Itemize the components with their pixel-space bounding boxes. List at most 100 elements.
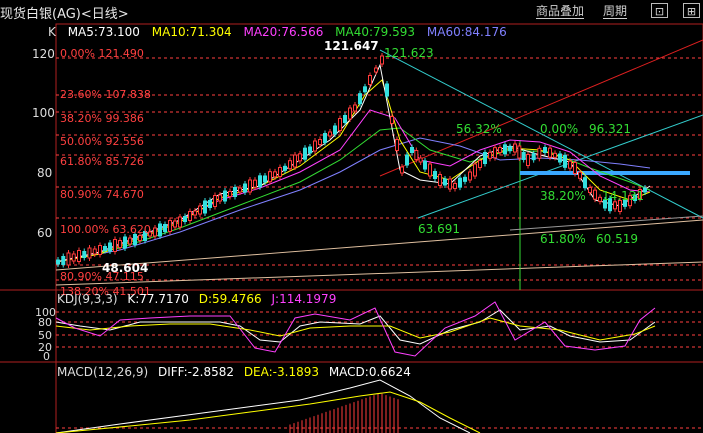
candle-body — [193, 210, 197, 216]
macd-legend: MACD(12,26,9) DIFF:-2.8582 DEA:-3.1893 M… — [57, 365, 417, 379]
candle-body — [318, 139, 322, 145]
macd-dea-value: DEA:-3.1893 — [243, 365, 319, 379]
candle-body — [588, 187, 592, 193]
fib-right-label: 96.321 — [589, 122, 631, 136]
candle-body — [288, 160, 292, 170]
low-price-label: 48.604 — [102, 261, 148, 275]
candle-body — [108, 242, 112, 252]
fib-label: 61.80% 85.726 — [60, 155, 144, 168]
y-tick-label: 80 — [37, 166, 52, 180]
candle-body — [208, 200, 212, 208]
candle-body — [138, 235, 142, 241]
candle-body — [593, 189, 597, 200]
candle-body — [133, 234, 137, 245]
candle-body — [573, 162, 577, 174]
candle-body — [410, 147, 414, 153]
candle-body — [405, 154, 409, 166]
candle-body — [438, 174, 442, 186]
candle-body — [348, 107, 352, 120]
fib-label: 23.60% 107.838 — [60, 88, 151, 101]
fib-label: 0.00% 121.490 — [60, 47, 144, 60]
candle-body — [203, 200, 207, 214]
candle-body — [113, 239, 117, 252]
candle-body — [218, 194, 222, 202]
candle-body — [248, 179, 252, 193]
candle-body — [423, 160, 427, 170]
candle-body — [453, 183, 457, 189]
kdj-d-value: D:59.4766 — [198, 292, 262, 306]
legend-ma60: MA60:84.176 — [426, 25, 507, 39]
candle-body — [563, 154, 567, 168]
kdj-label: KDJ(9,3,3) — [57, 292, 118, 306]
candle-body — [531, 153, 536, 161]
candle-body — [358, 93, 362, 105]
candle-body — [56, 259, 60, 265]
candle-body — [468, 171, 472, 181]
legend-ma40: MA40:79.593 — [335, 25, 416, 39]
candle-body — [553, 152, 557, 158]
kdj-k-line — [55, 309, 656, 345]
candle-body — [418, 157, 423, 163]
candle-body — [298, 153, 302, 162]
candle-body — [548, 147, 552, 158]
candle-body — [543, 147, 547, 153]
candle-body — [153, 227, 157, 237]
candle-body — [278, 167, 282, 177]
candle-body — [158, 223, 162, 237]
kdj-tick-label: 80 — [38, 316, 52, 329]
candle-body — [228, 191, 232, 197]
candle-body — [463, 176, 467, 182]
y-tick-label: 100 — [32, 106, 55, 120]
fib-right-label: 38.20% — [540, 189, 586, 203]
ma-legend: K MA5:73.100 MA10:71.304 MA20:76.566 MA4… — [48, 25, 515, 39]
candle-body — [578, 171, 582, 179]
kdj-d-line — [55, 317, 656, 341]
main-panel-frame — [55, 23, 703, 291]
candle-body — [293, 154, 297, 168]
fib-levels — [56, 57, 703, 281]
candle-body — [338, 118, 342, 131]
macd-diff-value: DIFF:-2.8582 — [157, 365, 234, 379]
candle-body — [498, 147, 502, 153]
fib-right-label: 61.80% — [540, 232, 586, 246]
candle-body — [238, 187, 242, 193]
macd-label: MACD(12,26,9) — [57, 365, 149, 379]
candle-body — [128, 237, 132, 245]
fib-right-label: 0.00% — [540, 122, 578, 136]
candle-body — [77, 250, 81, 262]
macd-value: MACD:0.6624 — [328, 365, 411, 379]
candle-body — [503, 144, 507, 155]
candle-body — [478, 160, 482, 168]
candle-body — [263, 175, 267, 183]
candle-body — [443, 178, 447, 186]
candle-body — [353, 104, 357, 112]
candle-body — [488, 151, 492, 159]
candle-body — [173, 220, 177, 228]
macd-histogram — [289, 393, 399, 433]
candle-body — [313, 140, 317, 152]
candle-body — [537, 147, 542, 159]
candle-body — [118, 240, 122, 248]
kdj-tick-label: 0 — [43, 350, 50, 363]
legend-ma10: MA10:71.304 — [151, 25, 232, 39]
candle-body — [213, 195, 217, 207]
candle-body — [448, 178, 452, 190]
candle-body — [521, 152, 526, 160]
candle-body — [328, 131, 332, 137]
macd-diff-line — [55, 379, 471, 433]
high-price-label: 121.647 — [324, 39, 379, 53]
candle-body — [243, 183, 247, 193]
candle-body — [87, 247, 92, 259]
kdj-j-line — [55, 301, 656, 357]
candle-body — [390, 116, 394, 124]
candle-body — [82, 251, 87, 258]
candle-body — [458, 177, 462, 188]
candle-body — [568, 160, 572, 169]
legend-ma5: MA5:73.100 — [67, 25, 140, 39]
y-tick-label: 120 — [32, 47, 55, 61]
candle-body — [433, 171, 437, 179]
legend-ma20: MA20:76.566 — [243, 25, 324, 39]
candle-body — [526, 154, 530, 166]
candle-body — [558, 153, 562, 163]
candle-body — [368, 75, 372, 85]
